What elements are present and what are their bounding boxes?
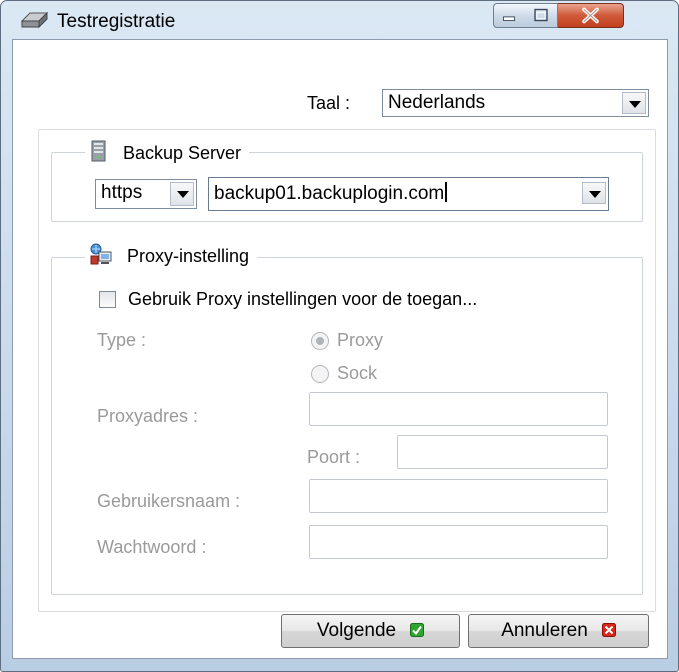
language-select[interactable]: Nederlands xyxy=(382,89,649,117)
proxy-port-field[interactable] xyxy=(397,435,608,469)
proxy-address-label: Proxyadres : xyxy=(97,406,199,426)
language-label: Taal : xyxy=(307,93,351,113)
close-icon xyxy=(582,7,599,24)
password-field[interactable] xyxy=(309,525,608,559)
server-address-combo[interactable]: backup01.backuplogin.com xyxy=(208,177,609,211)
server-address-input[interactable]: backup01.backuplogin.com xyxy=(214,182,448,205)
checkmark-icon xyxy=(410,623,425,637)
chevron-down-icon[interactable] xyxy=(582,182,606,204)
chevron-down-icon[interactable] xyxy=(170,182,194,206)
cancel-button-label: Annuleren xyxy=(501,620,588,641)
next-button-label: Volgende xyxy=(316,620,397,641)
protocol-value: https xyxy=(101,182,143,203)
minimize-icon xyxy=(503,16,516,22)
text-caret xyxy=(445,182,448,202)
next-button[interactable]: Volgende xyxy=(281,614,460,648)
dialog-window: Testregistratie Taal : Nederlands Backup… xyxy=(0,0,679,672)
minimize-button[interactable] xyxy=(493,3,526,28)
chevron-down-icon[interactable] xyxy=(622,92,646,114)
proxy-computer-icon xyxy=(90,243,112,265)
server-address-text: backup01.backuplogin.com xyxy=(214,183,445,204)
radio-sock-label: Sock xyxy=(337,363,378,383)
protocol-select[interactable]: https xyxy=(95,179,197,209)
hard-drive-icon xyxy=(20,11,48,29)
username-label: Gebruikersnaam : xyxy=(97,491,241,511)
title-bar[interactable]: Testregistratie xyxy=(1,1,678,37)
proxy-type-label: Type : xyxy=(97,330,147,350)
radio-sock[interactable] xyxy=(311,365,329,383)
radio-proxy-label: Proxy xyxy=(337,330,384,350)
backup-server-title: Backup Server xyxy=(123,143,242,163)
close-button[interactable] xyxy=(558,3,624,28)
backup-server-legend: Backup Server xyxy=(85,139,250,164)
language-value: Nederlands xyxy=(388,92,486,113)
proxy-legend: Proxy-instelling xyxy=(85,242,258,267)
radio-proxy[interactable] xyxy=(311,332,329,350)
username-field[interactable] xyxy=(309,479,608,513)
password-label: Wachtwoord : xyxy=(97,537,207,557)
dialog-body: Taal : Nederlands Backup Server https ba… xyxy=(12,39,668,659)
proxy-address-field[interactable] xyxy=(309,392,608,426)
cancel-button[interactable]: Annuleren xyxy=(468,614,649,648)
proxy-port-label: Poort : xyxy=(307,447,361,467)
server-icon xyxy=(91,140,106,162)
maximize-icon xyxy=(534,8,548,22)
cancel-x-icon xyxy=(601,623,616,637)
use-proxy-label: Gebruik Proxy instellingen voor de toega… xyxy=(128,289,478,309)
maximize-button[interactable] xyxy=(525,3,558,28)
window-title: Testregistratie xyxy=(57,11,176,32)
use-proxy-checkbox[interactable] xyxy=(99,291,116,308)
proxy-title: Proxy-instelling xyxy=(127,246,250,266)
